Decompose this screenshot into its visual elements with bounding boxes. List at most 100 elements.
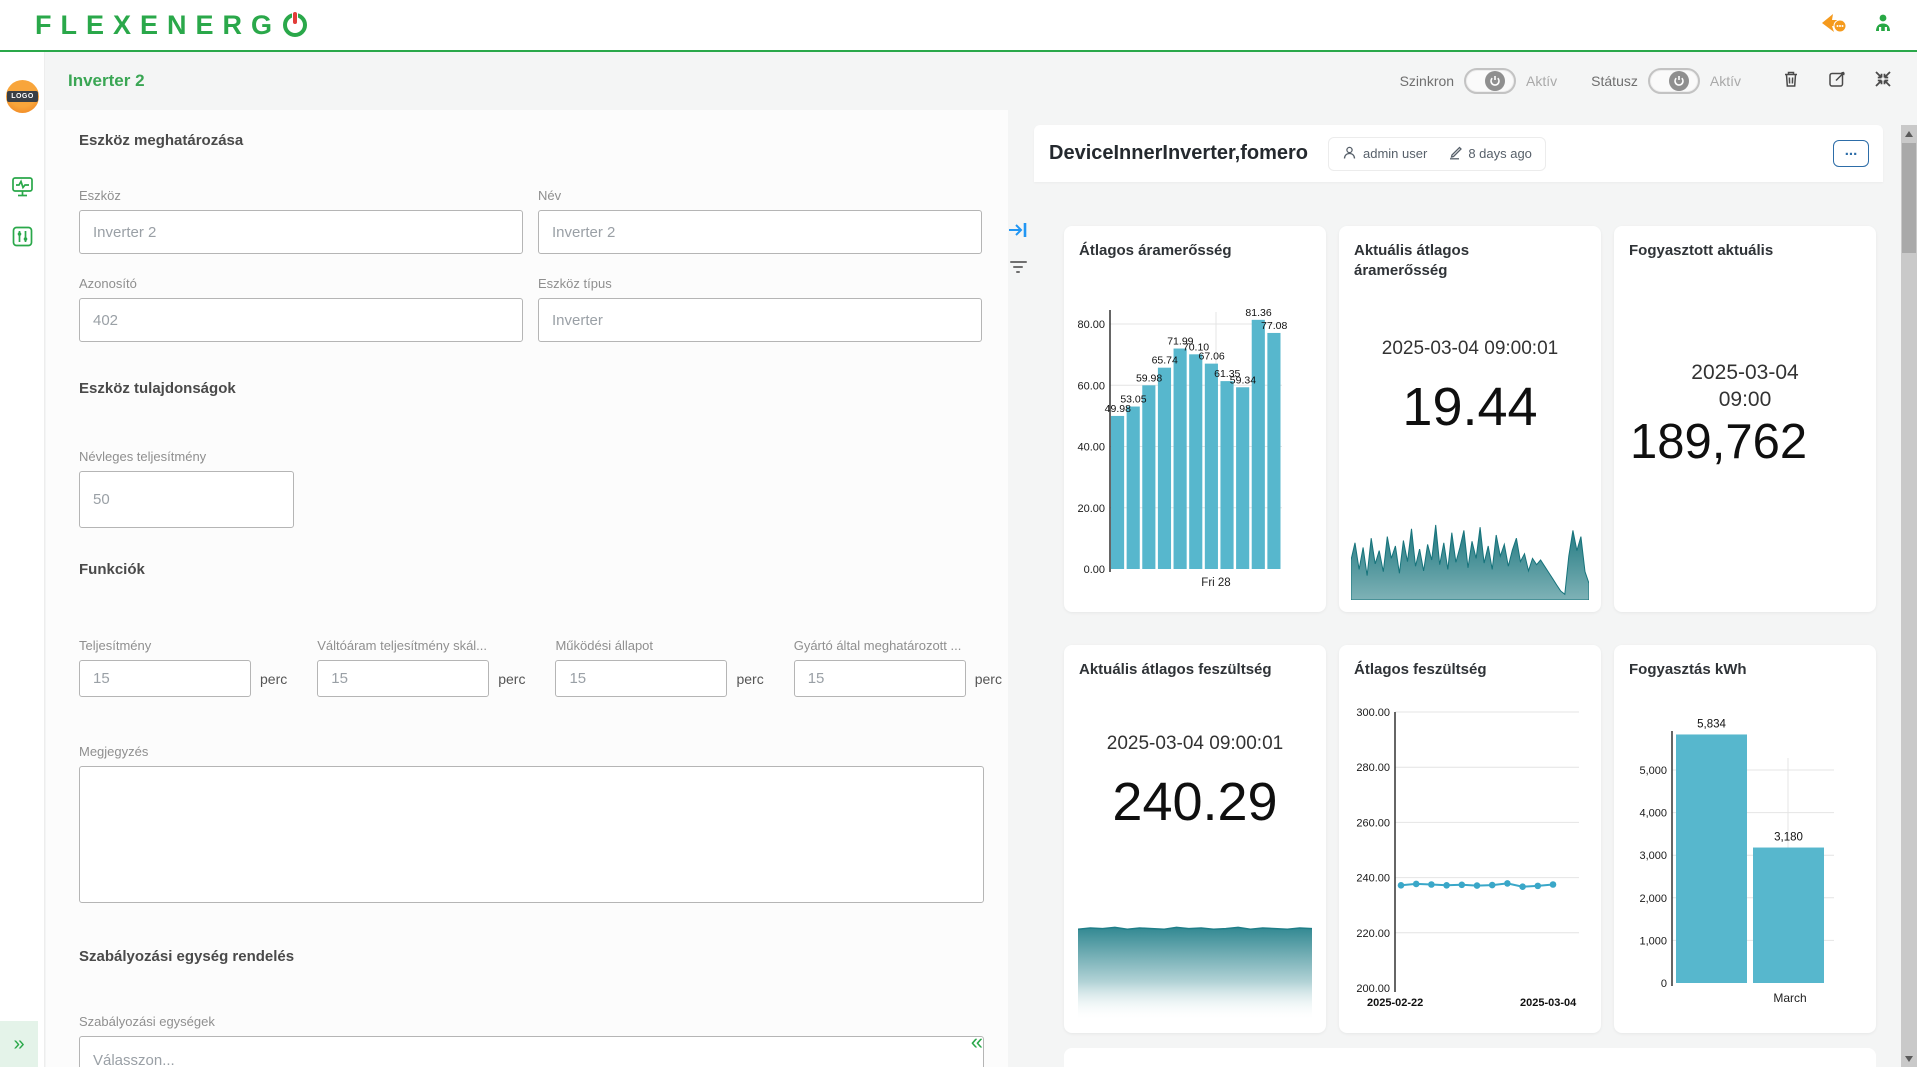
section-props-title: Eszköz tulajdonságok bbox=[79, 380, 982, 397]
delete-icon[interactable] bbox=[1781, 69, 1801, 94]
teljesitmeny-label: Teljesítmény bbox=[79, 638, 257, 653]
azonosito-input[interactable] bbox=[79, 298, 523, 342]
vertical-scrollbar[interactable] bbox=[1901, 125, 1917, 1067]
eszkoz-input[interactable] bbox=[79, 210, 523, 254]
filter-icon[interactable] bbox=[1010, 261, 1027, 273]
eszkoz-label: Eszköz bbox=[79, 188, 523, 203]
eszkoz-tipus-input[interactable] bbox=[538, 298, 982, 342]
card-title: Átlagos áramerősség bbox=[1064, 226, 1326, 261]
szinkron-toggle[interactable] bbox=[1464, 68, 1516, 94]
card-title: Aktuális átlagos feszültség bbox=[1064, 645, 1326, 680]
expand-chevrons-icon: » bbox=[13, 1033, 24, 1056]
pin-panel-icon[interactable] bbox=[1006, 218, 1030, 247]
sidebar-expand-button[interactable]: » bbox=[0, 1021, 38, 1067]
perc-unit: perc bbox=[736, 671, 763, 687]
compress-icon[interactable] bbox=[1873, 69, 1893, 94]
monitor-chart-icon[interactable] bbox=[10, 174, 35, 199]
svg-text:80.00: 80.00 bbox=[1077, 319, 1105, 331]
user-icon[interactable] bbox=[1871, 11, 1895, 40]
svg-text:300.00: 300.00 bbox=[1356, 707, 1390, 719]
card-title: Aktuális átlagos áramerősség bbox=[1339, 226, 1509, 282]
card-aktualis-atlagos-aramerosseg: Aktuális átlagos áramerősség 2025-03-04 … bbox=[1339, 226, 1601, 612]
scroll-up-icon[interactable] bbox=[1905, 131, 1913, 137]
svg-text:65.74: 65.74 bbox=[1152, 355, 1178, 367]
consumption-bar-chart: 01,0002,0003,0004,0005,0005,8343,180Marc… bbox=[1622, 703, 1872, 1020]
szinkron-label: Szinkron bbox=[1400, 73, 1454, 89]
page-title: Inverter 2 bbox=[68, 71, 145, 91]
perc-unit: perc bbox=[975, 671, 1002, 687]
top-navbar: FLEXENERG bbox=[0, 0, 1917, 52]
flexenergo-logo[interactable]: FLEXENERG bbox=[35, 10, 307, 41]
section-regulation-title: Szabályozási egység rendelés bbox=[79, 948, 982, 965]
statusz-toggle[interactable] bbox=[1648, 68, 1700, 94]
statusz-label: Státusz bbox=[1591, 73, 1638, 89]
left-sidebar: LOGO » bbox=[0, 52, 45, 1067]
svg-text:240.00: 240.00 bbox=[1356, 873, 1390, 885]
device-form: Eszköz meghatározása Eszköz Név Azonosít… bbox=[46, 110, 1008, 1067]
scrollbar-thumb[interactable] bbox=[1902, 143, 1916, 253]
promo-hand-icon[interactable] bbox=[1819, 10, 1849, 41]
svg-text:0: 0 bbox=[1661, 978, 1667, 990]
card-atlagos-aramerosseg: Átlagos áramerősség 0.0020.0040.0060.008… bbox=[1064, 226, 1326, 612]
gyarto-input[interactable] bbox=[794, 660, 966, 697]
edit-icon[interactable] bbox=[1827, 69, 1847, 94]
pencil-icon bbox=[1447, 145, 1462, 163]
form-collapse-button[interactable]: « bbox=[971, 1029, 983, 1055]
stat-timestamp: 2025-03-04 09:00 bbox=[1670, 359, 1820, 414]
svg-text:77.08: 77.08 bbox=[1261, 320, 1287, 332]
nev-label: Név bbox=[538, 188, 982, 203]
svg-text:280.00: 280.00 bbox=[1356, 762, 1390, 774]
svg-text:3,180: 3,180 bbox=[1774, 832, 1803, 844]
sliders-icon[interactable] bbox=[10, 224, 35, 249]
stat-value: 189,762 bbox=[1614, 414, 1876, 470]
card-aktualis-atlagos-feszultseg: Aktuális átlagos feszültség 2025-03-04 0… bbox=[1064, 645, 1326, 1033]
valtoaram-input[interactable] bbox=[317, 660, 489, 697]
stat-timestamp: 2025-03-04 09:00:01 bbox=[1339, 338, 1601, 360]
avg-voltage-line-chart: 200.00220.00240.00260.00280.00300.002025… bbox=[1349, 703, 1582, 1020]
svg-text:2,000: 2,000 bbox=[1639, 893, 1667, 905]
current-sparkline-chart bbox=[1351, 518, 1589, 605]
avg-current-bar-chart: 0.0020.0040.0060.0080.0049.9853.0559.986… bbox=[1076, 284, 1314, 601]
svg-text:59.34: 59.34 bbox=[1230, 374, 1256, 386]
svg-text:40.00: 40.00 bbox=[1077, 442, 1105, 454]
svg-text:53.05: 53.05 bbox=[1120, 394, 1146, 406]
svg-text:March: March bbox=[1773, 991, 1806, 1005]
szabalyozasi-egysegek-select[interactable] bbox=[79, 1036, 984, 1067]
card-atlagos-feszultseg: Átlagos feszültség 200.00220.00240.00260… bbox=[1339, 645, 1601, 1033]
mukodesi-input[interactable] bbox=[555, 660, 727, 697]
gyarto-label: Gyártó által meghatározott ... bbox=[794, 638, 972, 653]
nevleges-input[interactable] bbox=[79, 471, 294, 528]
svg-text:1,000: 1,000 bbox=[1639, 935, 1667, 947]
card-title: Fogyasztás kWh bbox=[1614, 645, 1876, 680]
card-title: Fogyasztott aktuális bbox=[1614, 226, 1876, 261]
azonosito-label: Azonosító bbox=[79, 276, 523, 291]
svg-text:0.00: 0.00 bbox=[1084, 564, 1105, 576]
megjegyzes-label: Megjegyzés bbox=[79, 744, 982, 759]
power-icon bbox=[1485, 71, 1505, 91]
szabalyozasi-egysegek-label: Szabályozási egységek bbox=[79, 1014, 982, 1029]
svg-text:220.00: 220.00 bbox=[1356, 928, 1390, 940]
megjegyzes-textarea[interactable] bbox=[79, 766, 984, 903]
svg-text:81.36: 81.36 bbox=[1245, 307, 1271, 319]
tenant-logo-text: LOGO bbox=[7, 91, 38, 102]
perc-unit: perc bbox=[498, 671, 525, 687]
dashboard-author: admin user bbox=[1363, 146, 1427, 161]
tenant-logo-badge[interactable]: LOGO bbox=[6, 80, 39, 113]
power-icon bbox=[1669, 71, 1689, 91]
scroll-down-icon[interactable] bbox=[1905, 1056, 1913, 1062]
teljesitmeny-input[interactable] bbox=[79, 660, 251, 697]
stat-value: 19.44 bbox=[1339, 376, 1601, 438]
section-device-title: Eszköz meghatározása bbox=[79, 132, 982, 149]
svg-text:3,000: 3,000 bbox=[1639, 850, 1667, 862]
section-functions-title: Funkciók bbox=[79, 561, 982, 578]
page-toolbar: Inverter 2 Szinkron Aktív Státusz Aktív bbox=[46, 52, 1917, 110]
dashboard-more-button[interactable]: ... bbox=[1833, 140, 1869, 167]
svg-text:260.00: 260.00 bbox=[1356, 817, 1390, 829]
dashboard-title: DeviceInnerInverter,fomero bbox=[1049, 142, 1308, 165]
nev-input[interactable] bbox=[538, 210, 982, 254]
dashboard-edited: 8 days ago bbox=[1468, 146, 1532, 161]
stat-timestamp: 2025-03-04 09:00:01 bbox=[1064, 733, 1326, 755]
mukodesi-label: Működési állapot bbox=[555, 638, 733, 653]
perc-unit: perc bbox=[260, 671, 287, 687]
svg-text:59.98: 59.98 bbox=[1136, 372, 1162, 384]
